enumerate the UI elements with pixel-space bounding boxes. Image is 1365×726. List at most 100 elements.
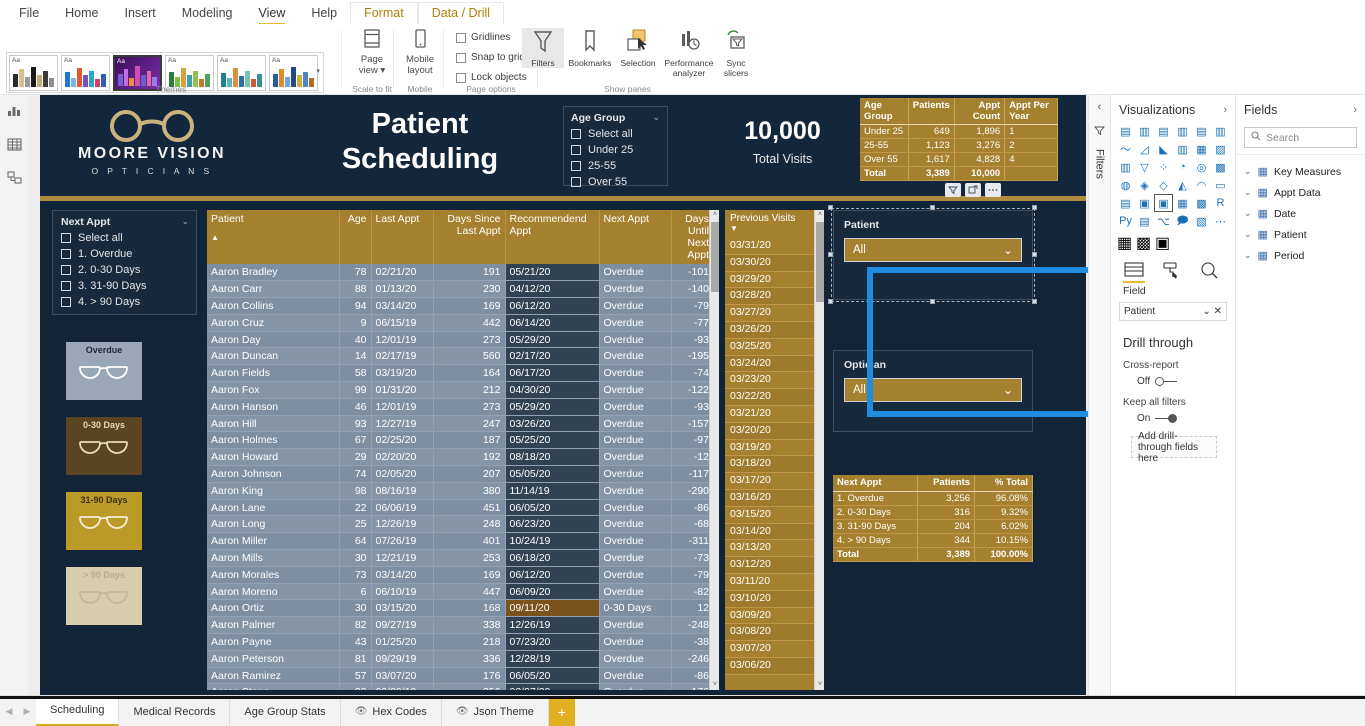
next-appt-option-31-90[interactable]: 3. 31-90 Days: [61, 280, 188, 292]
expand-pane-icon[interactable]: ›: [1353, 104, 1357, 116]
python-visual-icon[interactable]: Py: [1117, 213, 1134, 229]
100-stacked-column-chart-icon[interactable]: ▥: [1212, 123, 1229, 139]
stacked-column-chart-icon[interactable]: ▥: [1136, 123, 1153, 139]
col-patient[interactable]: Patient ▲: [207, 210, 340, 264]
table-row[interactable]: Aaron Fox 99 01/31/20 212 04/30/20 Overdue -12…: [207, 381, 714, 399]
table-row[interactable]: 4. > 90 Days 344 10.15%: [833, 533, 1033, 548]
table-row[interactable]: Aaron King 98 08/16/19 380 11/14/19 Overdue -2…: [207, 482, 714, 500]
stacked-area-chart-icon[interactable]: ◣: [1155, 141, 1172, 157]
stacked-bar-chart-icon[interactable]: ▤: [1117, 123, 1134, 139]
optician-slicer-dropdown[interactable]: All ⌄: [844, 378, 1022, 402]
filter-funnel-icon[interactable]: [1089, 123, 1110, 141]
list-item[interactable]: 03/13/20: [725, 540, 818, 558]
menu-home[interactable]: Home: [52, 3, 111, 24]
list-item[interactable]: 03/12/20: [725, 557, 818, 574]
filters-pane-collapsed[interactable]: ‹ Filters: [1088, 95, 1110, 695]
cross-report-toggle[interactable]: Off: [1123, 376, 1225, 387]
scrollbar-thumb[interactable]: [816, 222, 824, 302]
table-row[interactable]: Aaron Fields 58 03/19/20 164 06/17/20 Overdue…: [207, 364, 714, 383]
field-well-patient[interactable]: Patient ⌄ ✕: [1119, 302, 1227, 321]
focus-mode-icon[interactable]: [965, 183, 981, 197]
table-row[interactable]: Aaron Ortiz 30 03/15/20 168 09/11/20 0-30 Day…: [207, 599, 714, 618]
custom-visual-2-icon[interactable]: ▩: [1136, 233, 1153, 253]
resize-handle-sw[interactable]: [828, 299, 833, 304]
custom-visual-1-icon[interactable]: ▦: [1117, 233, 1134, 253]
key-influencers-icon[interactable]: ▤: [1136, 213, 1153, 229]
keep-all-filters-toggle[interactable]: On: [1123, 413, 1225, 424]
status-card-31-90-days[interactable]: 31-90 Days: [66, 492, 142, 550]
lock-objects-checkbox[interactable]: Lock objects: [456, 72, 527, 83]
table-row[interactable]: Aaron Stone3209/09/1935603/07/20Overdue-…: [207, 683, 714, 690]
treemap-icon[interactable]: ▩: [1212, 159, 1229, 175]
menu-help[interactable]: Help: [298, 3, 350, 24]
line-clustered-column-chart-icon[interactable]: ▦: [1193, 141, 1210, 157]
table-row[interactable]: Aaron Lane 22 06/06/19 451 06/05/20 Overdue -8…: [207, 499, 714, 517]
list-item[interactable]: 03/29/20: [725, 272, 818, 289]
multi-row-card-icon[interactable]: ▤: [1117, 195, 1134, 211]
resize-handle-nw[interactable]: [828, 205, 833, 210]
previous-visits-scrollbar[interactable]: ˄ ˅: [814, 210, 824, 690]
list-item[interactable]: 03/11/20: [725, 574, 818, 591]
col-days-since-last-appt[interactable]: Days Since Last Appt: [433, 210, 506, 264]
filter-icon[interactable]: [945, 183, 961, 197]
tab-format[interactable]: [1161, 261, 1183, 283]
donut-chart-icon[interactable]: ◎: [1193, 159, 1210, 175]
next-appt-option-over-90[interactable]: 4. > 90 Days: [61, 296, 188, 308]
col-next-appt[interactable]: Next Appt: [599, 210, 672, 264]
table-row[interactable]: Aaron Hill 93 12/27/19 247 03/26/20 Overdue -1…: [207, 415, 714, 433]
table-row[interactable]: Aaron Collins 94 03/14/20 169 06/12/20 Overdu…: [207, 297, 714, 315]
clustered-column-chart-icon[interactable]: ▥: [1174, 123, 1191, 139]
gridlines-checkbox[interactable]: Gridlines: [456, 32, 510, 43]
scrollbar-thumb[interactable]: [711, 222, 719, 292]
list-item[interactable]: 03/16/20: [725, 489, 818, 507]
100-stacked-bar-chart-icon[interactable]: ▤: [1193, 123, 1210, 139]
table-row[interactable]: Aaron Duncan 14 02/17/19 560 02/17/20 Overdue…: [207, 347, 714, 366]
line-stacked-column-chart-icon[interactable]: ▥: [1174, 141, 1191, 157]
page-tab[interactable]: 👁 Json Theme: [441, 696, 549, 726]
list-item[interactable]: 03/31/20: [725, 238, 818, 255]
table-row[interactable]: Aaron Palmer 82 09/27/19 338 12/26/19 Overdue…: [207, 616, 714, 635]
fields-table-item[interactable]: ⌄ ▦ Date: [1236, 203, 1365, 224]
table-row[interactable]: 1. Overdue 3,256 96.08%: [833, 491, 1033, 506]
previous-visits-header[interactable]: Previous Visits ▼: [725, 210, 818, 238]
table-row[interactable]: Aaron Peterson 81 09/29/19 336 12/28/19 Overd…: [207, 650, 714, 668]
status-card-over-90-days[interactable]: > 90 Days: [66, 567, 142, 625]
col-recommendend-appt[interactable]: Recommendend Appt: [505, 210, 600, 264]
list-item[interactable]: 03/06/20: [725, 657, 818, 675]
r-script-visual-icon[interactable]: R: [1212, 195, 1229, 211]
table-row[interactable]: Aaron Carr 88 01/13/20 230 04/12/20 Overdue -1…: [207, 280, 714, 299]
table-row[interactable]: Aaron Howard 29 02/20/20 192 08/18/20 Overdue…: [207, 448, 714, 467]
table-row[interactable]: 3. 31-90 Days 204 6.02%: [833, 519, 1033, 534]
chevron-down-icon[interactable]: ⌄: [1003, 383, 1013, 397]
expand-pane-icon[interactable]: ›: [1223, 104, 1227, 116]
resize-handle-w[interactable]: [828, 252, 833, 257]
optician-slicer[interactable]: Optician All ⌄: [833, 350, 1033, 432]
list-item[interactable]: 03/27/20: [725, 305, 818, 322]
list-item[interactable]: 03/19/20: [725, 440, 818, 457]
selection-pane-button[interactable]: Selection: [614, 28, 662, 68]
page-tab[interactable]: 👁 Hex Codes: [340, 696, 442, 726]
list-item[interactable]: 03/07/20: [725, 641, 818, 658]
next-appt-summary-table[interactable]: Next Appt Patients % Total 1. Overdue 3,2…: [833, 475, 1033, 562]
table-row[interactable]: 2. 0-30 Days 316 9.32%: [833, 505, 1033, 520]
chevron-down-icon[interactable]: ⌄: [652, 112, 660, 123]
list-item[interactable]: 03/30/20: [725, 254, 818, 272]
tab-fields[interactable]: [1123, 261, 1145, 283]
list-item[interactable]: 03/22/20: [725, 389, 818, 406]
chevron-down-icon[interactable]: ⌄: [1244, 187, 1252, 198]
map-icon[interactable]: ◍: [1117, 177, 1134, 193]
chevron-down-icon[interactable]: ⌄: [1244, 166, 1252, 177]
table-row[interactable]: Aaron Long 25 12/26/19 248 06/23/20 Overdue -6…: [207, 515, 714, 534]
chevron-down-icon[interactable]: ⌄: [1244, 229, 1252, 240]
slicer-icon[interactable]: ▣: [1154, 194, 1173, 212]
paginated-report-icon[interactable]: ▧: [1193, 213, 1210, 229]
tab-analytics[interactable]: [1199, 261, 1221, 283]
table-row[interactable]: Aaron Moreno 6 06/10/19 447 06/09/20 Overdue -…: [207, 583, 714, 601]
matrix-icon[interactable]: ▩: [1193, 195, 1210, 211]
list-item[interactable]: 03/24/20: [725, 355, 818, 373]
line-chart-icon[interactable]: 〜: [1117, 141, 1134, 157]
chevron-down-icon[interactable]: ⌄: [181, 216, 189, 227]
age-group-option-over-55[interactable]: Over 55: [571, 176, 660, 188]
menu-data-drill[interactable]: Data / Drill: [417, 2, 505, 24]
more-options-icon[interactable]: [985, 183, 1001, 197]
